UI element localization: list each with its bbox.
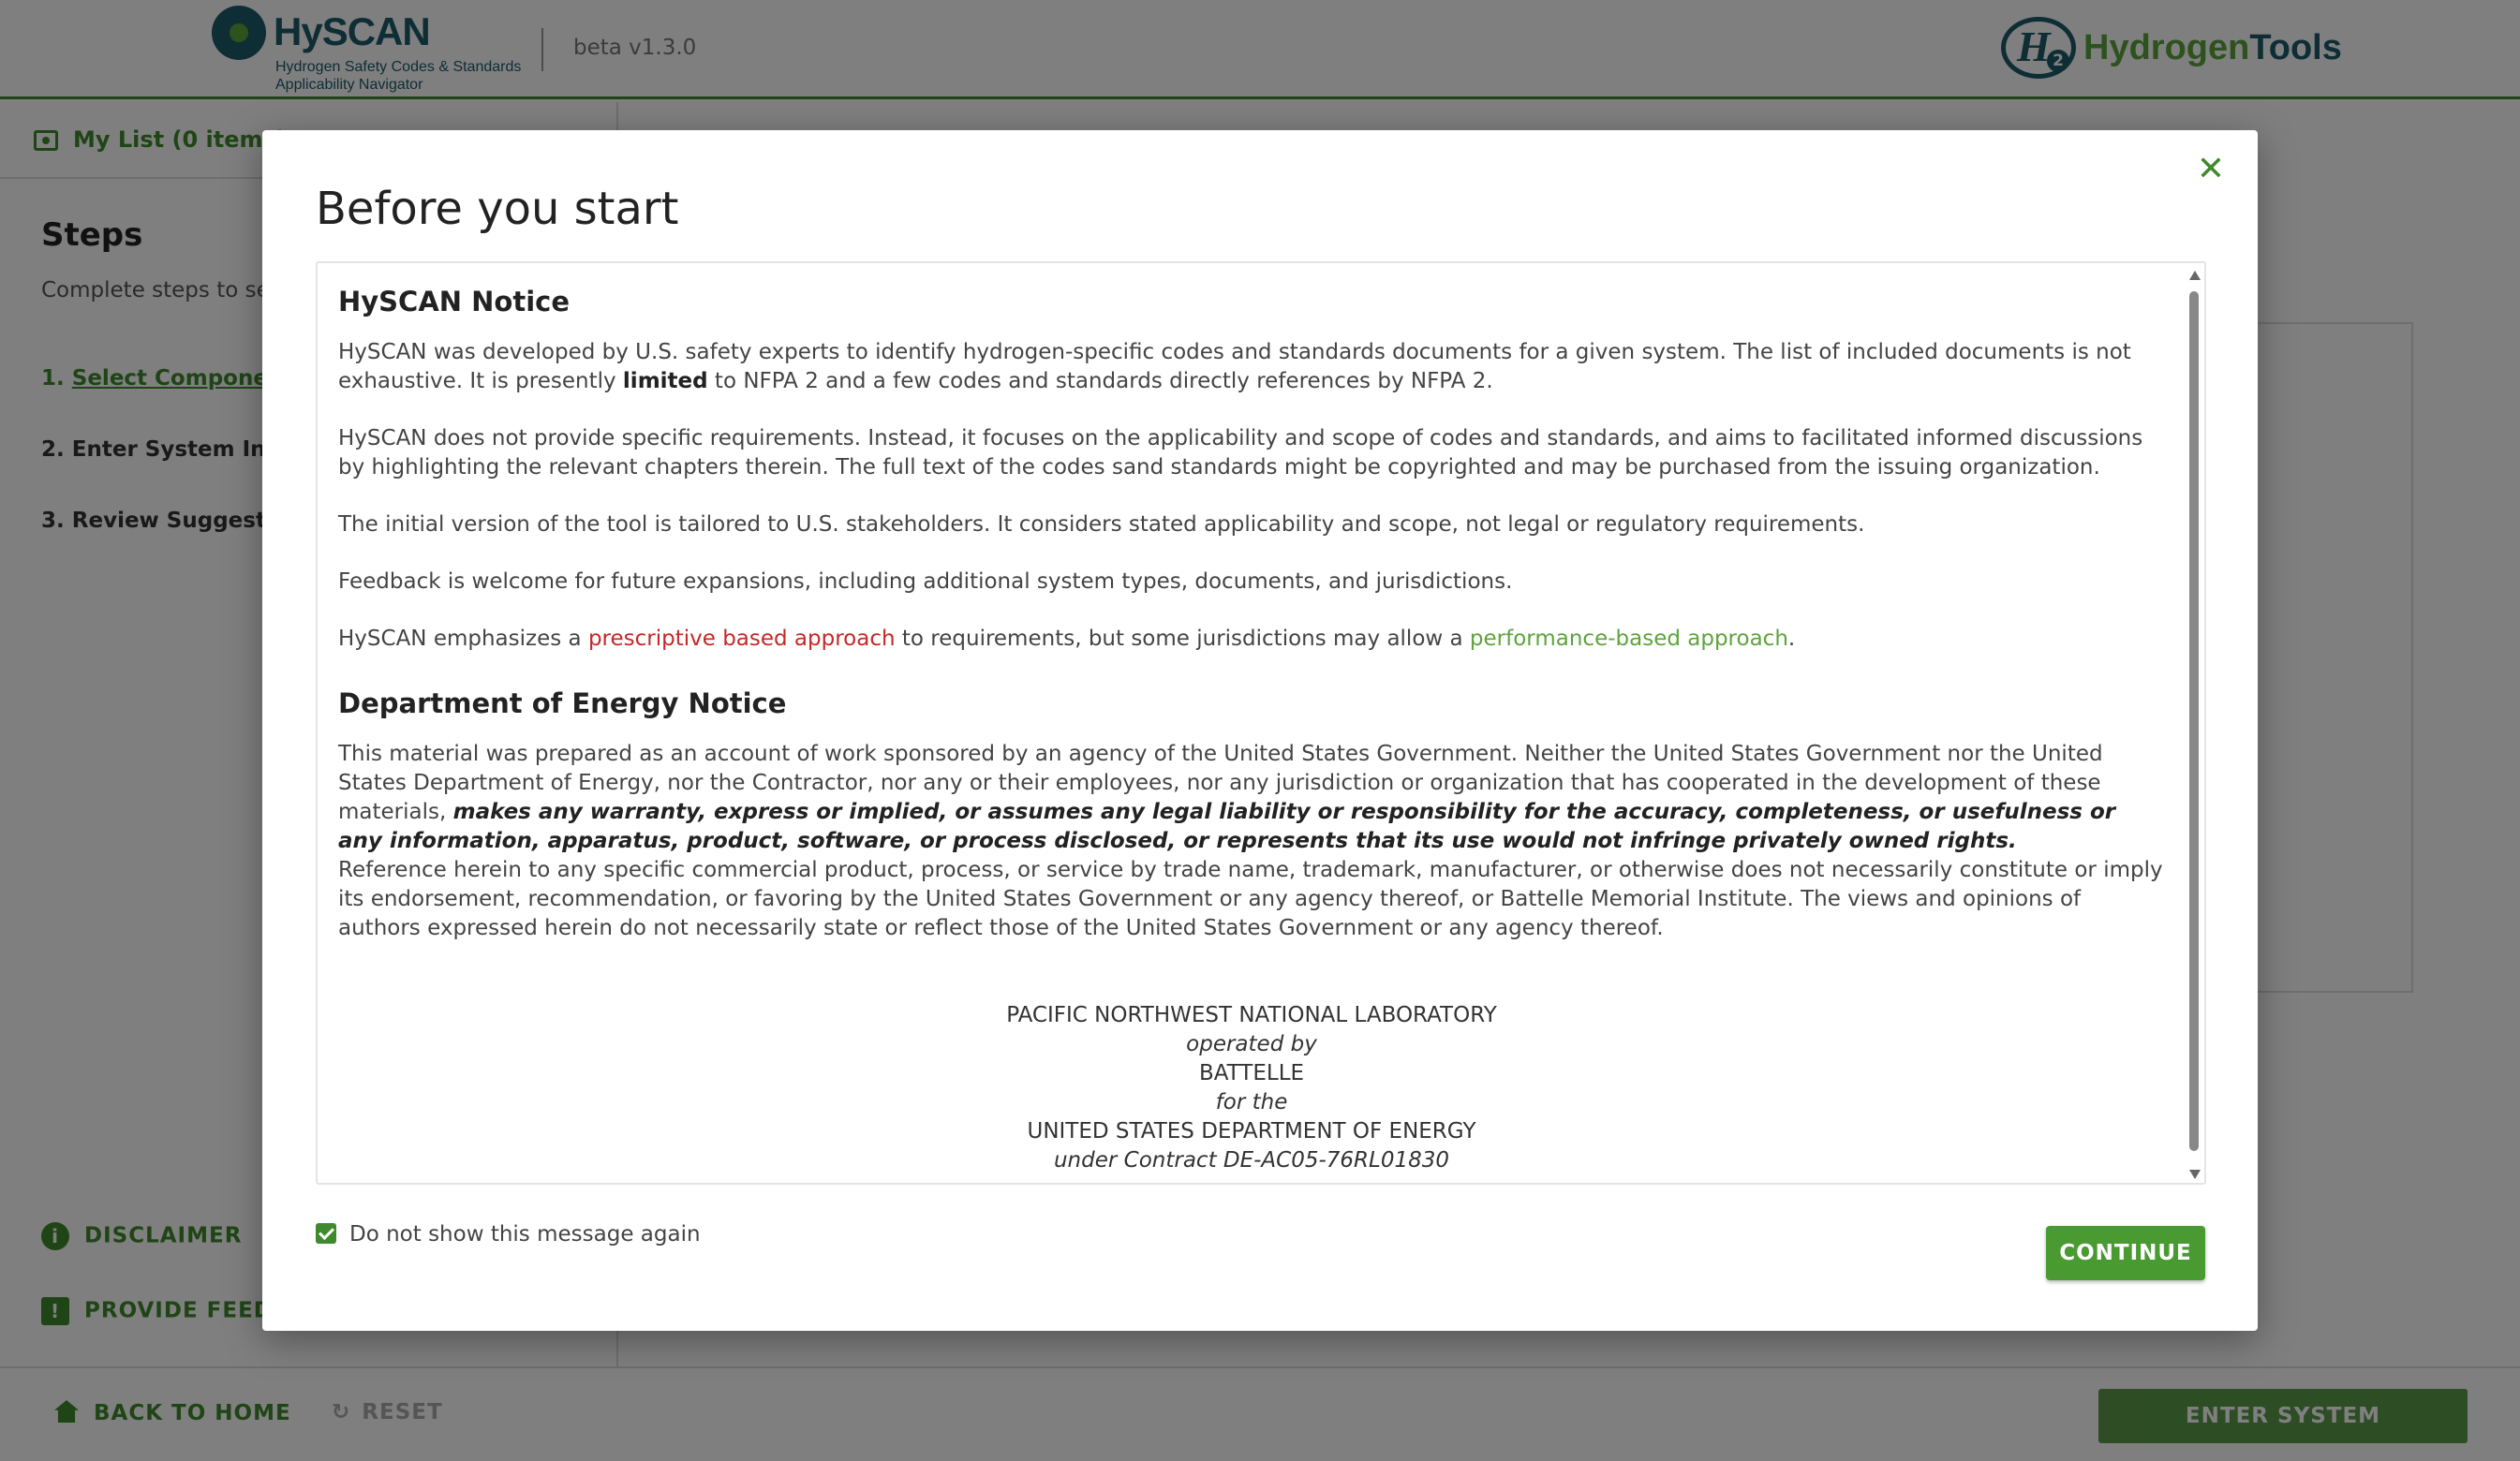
pnnl-contract: under Contract DE-AC05-76RL01830 — [1053, 1148, 1450, 1173]
hyscan-notice-paragraph: HySCAN was developed by U.S. safety expe… — [338, 340, 2131, 393]
prescriptive-approach-link[interactable]: prescriptive based approach — [588, 627, 896, 651]
scroll-up-arrow-icon[interactable] — [2189, 271, 2201, 280]
hyscan-notice-paragraph: HySCAN emphasizes a prescriptive based a… — [338, 627, 1796, 651]
notice-scroll-area[interactable]: HySCAN Notice HySCAN was developed by U.… — [316, 261, 2206, 1185]
pnnl-battelle: BATTELLE — [1198, 1061, 1305, 1085]
hyscan-notice-paragraph: Feedback is welcome for future expansion… — [338, 569, 1513, 594]
hyscan-notice-paragraph: HySCAN does not provide specific require… — [338, 426, 2143, 480]
doe-notice-paragraph: Reference herein to any specific commerc… — [338, 858, 2163, 940]
doe-notice-paragraph: This material was prepared as an account… — [338, 742, 2116, 853]
dont-show-again-checkbox[interactable] — [316, 1223, 336, 1244]
continue-button[interactable]: CONTINUE — [2046, 1226, 2205, 1280]
dont-show-again-label: Do not show this message again — [349, 1222, 701, 1247]
scrollbar-thumb[interactable] — [2189, 291, 2199, 1151]
notice-content: HySCAN Notice HySCAN was developed by U.… — [338, 286, 2165, 1175]
pnnl-doe: UNITED STATES DEPARTMENT OF ENERGY — [1027, 1119, 1476, 1144]
before-you-start-dialog: ✕ Before you start HySCAN Notice HySCAN … — [262, 130, 2258, 1331]
pnnl-credit: PACIFIC NORTHWEST NATIONAL LABORATORY op… — [338, 1001, 2165, 1175]
scrollbar[interactable] — [2187, 271, 2201, 1179]
pnnl-for-the: for the — [1215, 1090, 1288, 1114]
dont-show-again-option[interactable]: Do not show this message again — [316, 1222, 701, 1247]
pnnl-operated-by: operated by — [1186, 1032, 1317, 1056]
pnnl-lab: PACIFIC NORTHWEST NATIONAL LABORATORY — [1006, 1003, 1497, 1027]
hyscan-notice-heading: HySCAN Notice — [338, 286, 571, 317]
dialog-title: Before you start — [316, 183, 679, 235]
performance-approach-link[interactable]: performance-based approach — [1470, 627, 1788, 651]
scroll-down-arrow-icon[interactable] — [2189, 1170, 2201, 1179]
doe-notice-heading: Department of Energy Notice — [338, 687, 787, 719]
close-icon[interactable]: ✕ — [2192, 151, 2230, 188]
hyscan-notice-paragraph: The initial version of the tool is tailo… — [338, 512, 1865, 537]
